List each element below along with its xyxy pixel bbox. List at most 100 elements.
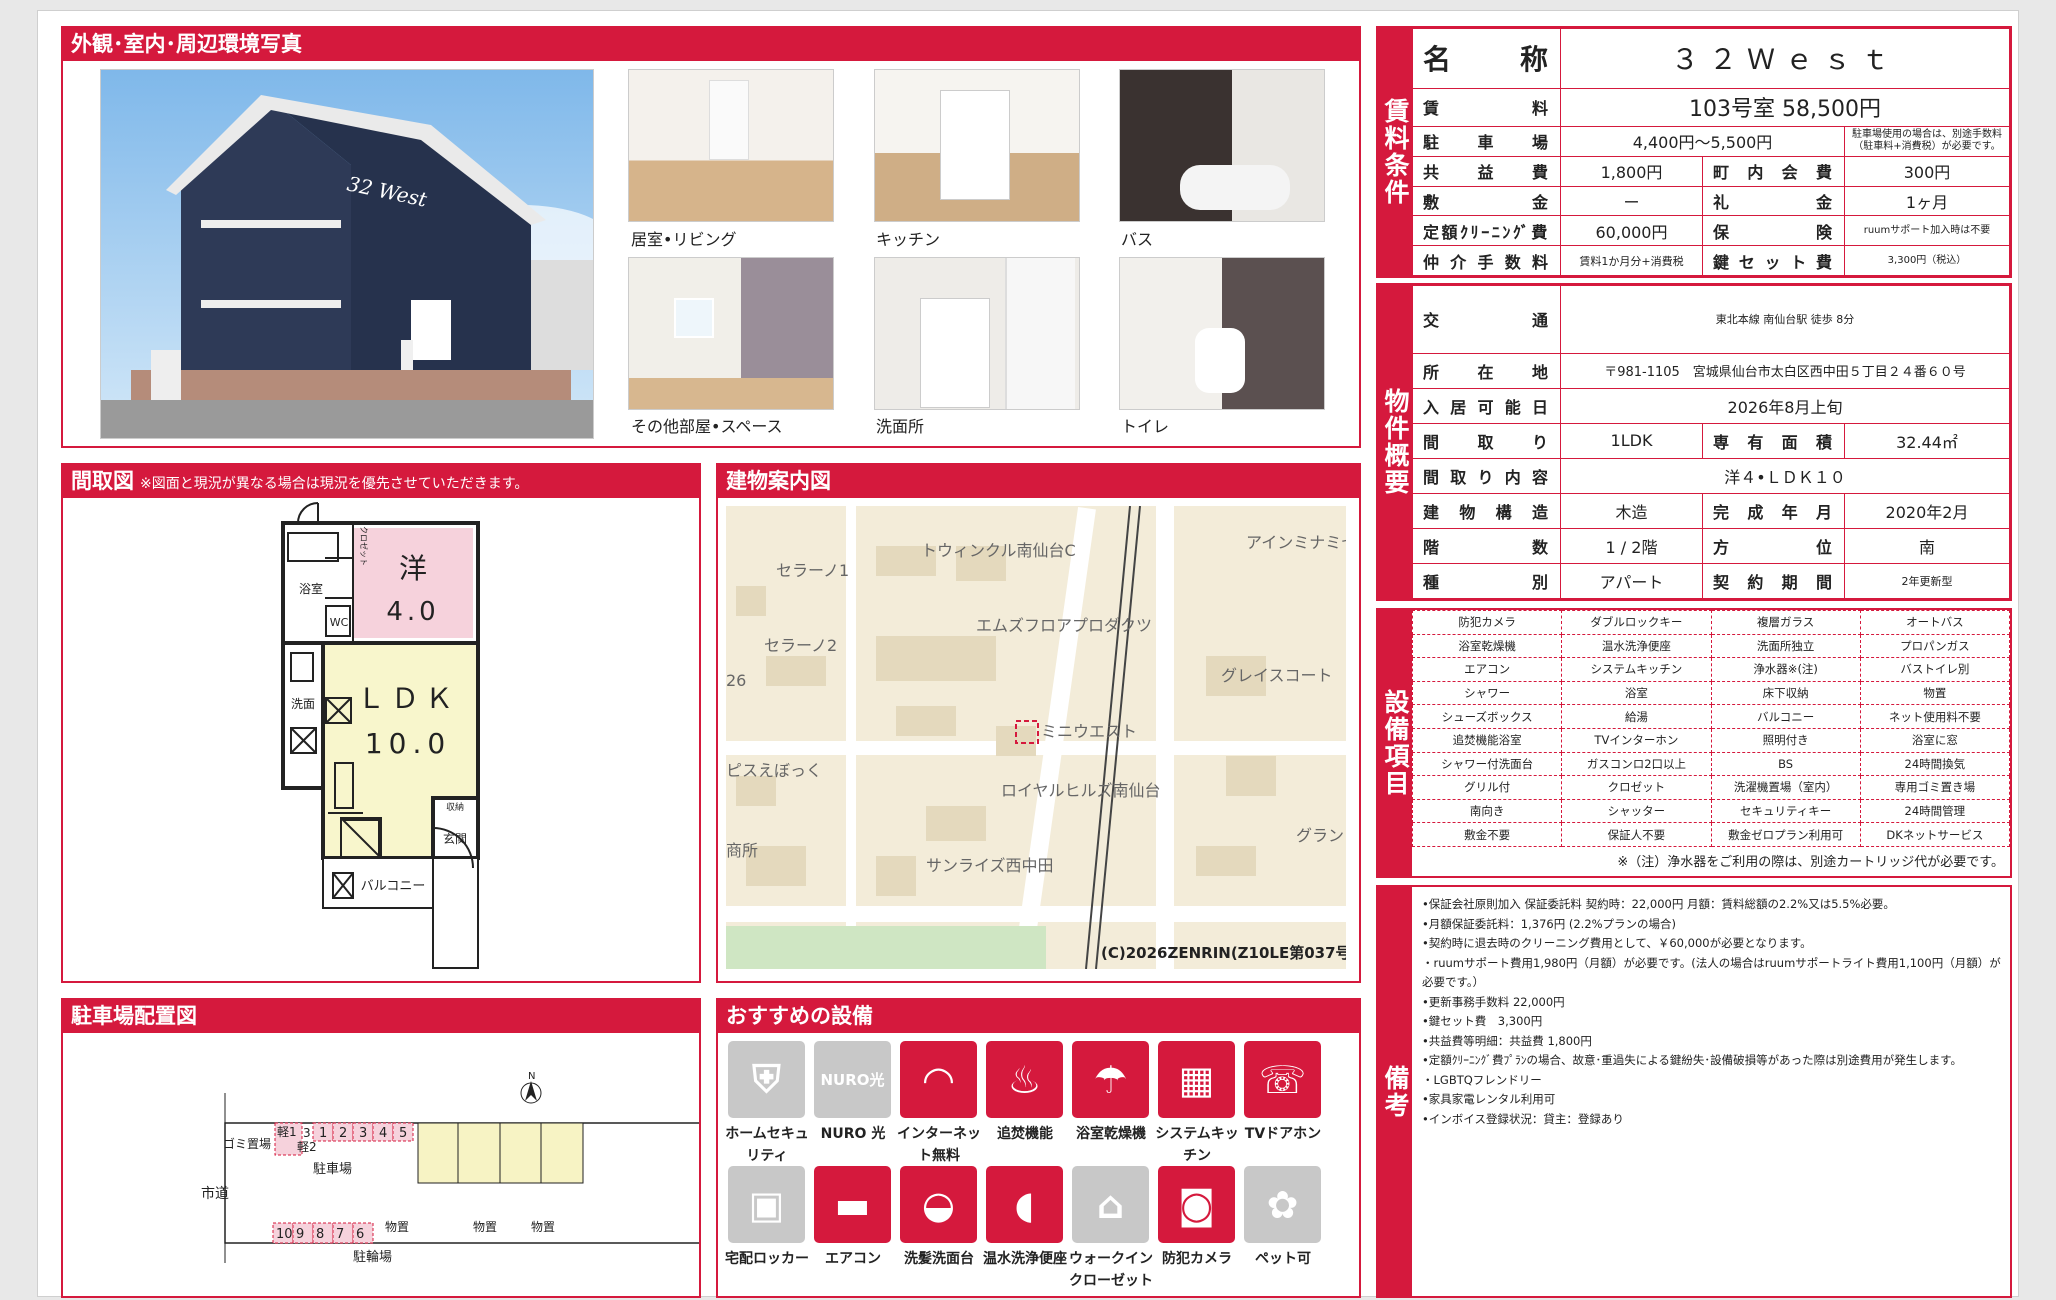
map-title: 建物案内図 xyxy=(718,465,1359,498)
equipment-item: クロゼット xyxy=(1561,775,1712,800)
photos-title: 外観･室内･周辺環境写真 xyxy=(63,28,1359,61)
room-wc-label: WC xyxy=(330,616,349,629)
recommended-tile[interactable]: ☏ xyxy=(1244,1041,1321,1118)
recommended-tile[interactable]: ☂ xyxy=(1072,1041,1149,1118)
property-flyer: 外観･室内･周辺環境写真 32 West 居室•リビング キッチン バス その他… xyxy=(37,10,2019,1298)
rent-key: 賃料 xyxy=(1412,87,1561,127)
recommended-tile[interactable]: ✿ xyxy=(1244,1166,1321,1243)
recommended-label: ホームセキュリティ xyxy=(725,1126,809,1164)
kitchen-icon: ▦ xyxy=(1178,1057,1215,1102)
bath-photo[interactable] xyxy=(1119,69,1325,222)
washbasin-icon: ◒ xyxy=(921,1182,956,1227)
equipment-item: 専用ゴミ置き場 xyxy=(1859,775,2011,800)
map-label: セラーノ1 xyxy=(776,561,849,580)
recommended-tile[interactable]: ▬ xyxy=(814,1166,891,1243)
room-washroom-label: 洗面 xyxy=(291,697,315,711)
living-photo[interactable] xyxy=(628,69,834,222)
area-value: 32.44㎡ xyxy=(1844,422,2010,459)
room-western-label: 洋 xyxy=(399,552,427,585)
parking-slot-number: 7 xyxy=(336,1227,344,1242)
recommended-tile[interactable]: ▦ xyxy=(1158,1041,1235,1118)
area-key: 専有面積 xyxy=(1702,422,1845,459)
recommended-tile[interactable]: ◒ xyxy=(900,1166,977,1243)
parking-slot-number: 9 xyxy=(296,1227,304,1242)
recommended-tile[interactable]: ◖ xyxy=(986,1166,1063,1243)
equipment-item: 南向き xyxy=(1411,798,1563,824)
bike-label: 駐輪場 xyxy=(353,1249,392,1265)
equipment-item: オートバス xyxy=(1859,610,2011,635)
floor-key: 階数 xyxy=(1412,527,1561,564)
shield-icon: ⛨ xyxy=(752,1057,781,1101)
equipment-item: システムキッチン xyxy=(1561,657,1712,682)
structure-key: 建物構造 xyxy=(1412,492,1561,529)
equipment-item: ネット使用料不要 xyxy=(1859,704,2011,729)
parking-panel: 駐車場配置図 1234513109876 軽1 軽2 ゴミ置場 市道 駐車場 駐… xyxy=(61,998,706,1298)
exterior-photo[interactable]: 32 West xyxy=(100,69,594,439)
equipment-item: シューズボックス xyxy=(1411,704,1563,729)
common-fee-key: 共益費 xyxy=(1412,155,1561,187)
deposit-key: 敷金 xyxy=(1412,185,1561,217)
toilet-photo[interactable] xyxy=(1119,257,1325,410)
built-value: 2020年2月 xyxy=(1844,492,2010,529)
recommended-tile[interactable]: ⛨ xyxy=(728,1041,805,1118)
parking-layout[interactable]: 1234513109876 軽1 軽2 ゴミ置場 市道 駐車場 駐輪場 物置 物… xyxy=(63,1033,706,1296)
kitchen-photo[interactable] xyxy=(874,69,1080,222)
remark-line: •月額保証委託料：1,376円 (2.2%プランの場合) xyxy=(1422,916,1677,931)
layout-value: 1LDK xyxy=(1560,422,1703,459)
equipment-item: BS xyxy=(1710,751,1861,777)
north-label: N xyxy=(528,1071,535,1082)
contract-value: 2年更新型 xyxy=(1844,562,2010,600)
community-fee-value: 300円 xyxy=(1844,155,2010,187)
direction-value: 南 xyxy=(1844,527,2010,564)
camera-icon: ◙ xyxy=(1178,1182,1215,1227)
equipment-item: 敷金不要 xyxy=(1411,822,1563,847)
agent-fee-key: 仲介手数料 xyxy=(1412,245,1561,276)
room-ldk-size: 10.0 xyxy=(365,727,451,760)
other-room-photo[interactable] xyxy=(628,257,834,410)
remark-line: •共益費等明細：共益費 1,800円 xyxy=(1422,1033,1592,1048)
equipment-item: 追焚機能浴室 xyxy=(1411,727,1563,753)
recommended-tile[interactable]: ▣ xyxy=(728,1166,805,1243)
caption-kitchen: キッチン xyxy=(876,230,941,249)
layout-key: 間取り xyxy=(1412,422,1561,459)
recommended-tile[interactable]: ⌂ xyxy=(1072,1166,1149,1243)
recommended-tile[interactable]: ♨ xyxy=(986,1041,1063,1118)
equipment-item: 敷金ゼロプラン利用可 xyxy=(1710,822,1861,847)
deposit-value: ー xyxy=(1560,185,1703,217)
equipment-item: ガスコンロ2口以上 xyxy=(1561,751,1712,777)
equipment-item: 洗濯機置場（室内） xyxy=(1710,775,1861,800)
parking-slot-number: 3 xyxy=(303,1126,311,1140)
area-map[interactable]: トウィンクル南仙台C アインミナミセ セラーノ1 セラーノ2 エムズフロアプロダ… xyxy=(726,506,1346,969)
insurance-key: 保険 xyxy=(1702,215,1845,247)
recommended-title: おすすめの設備 xyxy=(718,1000,1359,1033)
parking-slot-number: 2 xyxy=(339,1126,347,1141)
equipment-item: TVインターホン xyxy=(1561,727,1712,753)
address-key: 所在地 xyxy=(1412,352,1561,389)
key-set-value: 3,300円（税込） xyxy=(1844,245,2010,276)
nuro-icon: NURO光 xyxy=(820,1071,885,1089)
map-copyright: (C)2026ZENRIN(Z10LE第037号) xyxy=(1101,944,1346,962)
floorplan-drawing[interactable]: 洋 4.0 浴室 WC 洗面 ＬＤＫ 10.0 収納 玄関 バルコニー クロゼッ… xyxy=(63,498,699,981)
remark-line: ・LGBTQフレンドリー xyxy=(1422,1072,1542,1087)
recommended-label: ウォークインクローゼット xyxy=(1069,1251,1153,1289)
wifi-icon: ◠ xyxy=(923,1057,954,1102)
built-key: 完成年月 xyxy=(1702,492,1845,529)
direction-key: 方位 xyxy=(1702,527,1845,564)
map-label: グラン xyxy=(1296,826,1344,845)
key-money-value: 1ヶ月 xyxy=(1844,185,2010,217)
cleaning-key: 定額ｸﾘｰﾆﾝｸﾞ費 xyxy=(1412,215,1561,247)
equipment-item: 浴室乾燥機 xyxy=(1411,633,1563,659)
equipment-item: 防犯カメラ xyxy=(1411,610,1563,635)
parking-slot-number: 10 xyxy=(276,1227,293,1242)
type-key: 種別 xyxy=(1412,562,1561,600)
recommended-tile[interactable]: ◙ xyxy=(1158,1166,1235,1243)
recommended-tile[interactable]: ◠ xyxy=(900,1041,977,1118)
equipment-item: セキュリティキー xyxy=(1710,798,1861,824)
washroom-photo[interactable] xyxy=(874,257,1080,410)
recommended-tile[interactable]: NURO光 xyxy=(814,1041,891,1118)
storage-label: 物置 xyxy=(531,1220,555,1234)
kei1-label: 軽1 xyxy=(277,1125,297,1139)
parking-key: 駐車場 xyxy=(1412,125,1561,157)
map-label: サンライズ西中田 xyxy=(926,856,1054,875)
equipment-item: 物置 xyxy=(1859,680,2011,706)
